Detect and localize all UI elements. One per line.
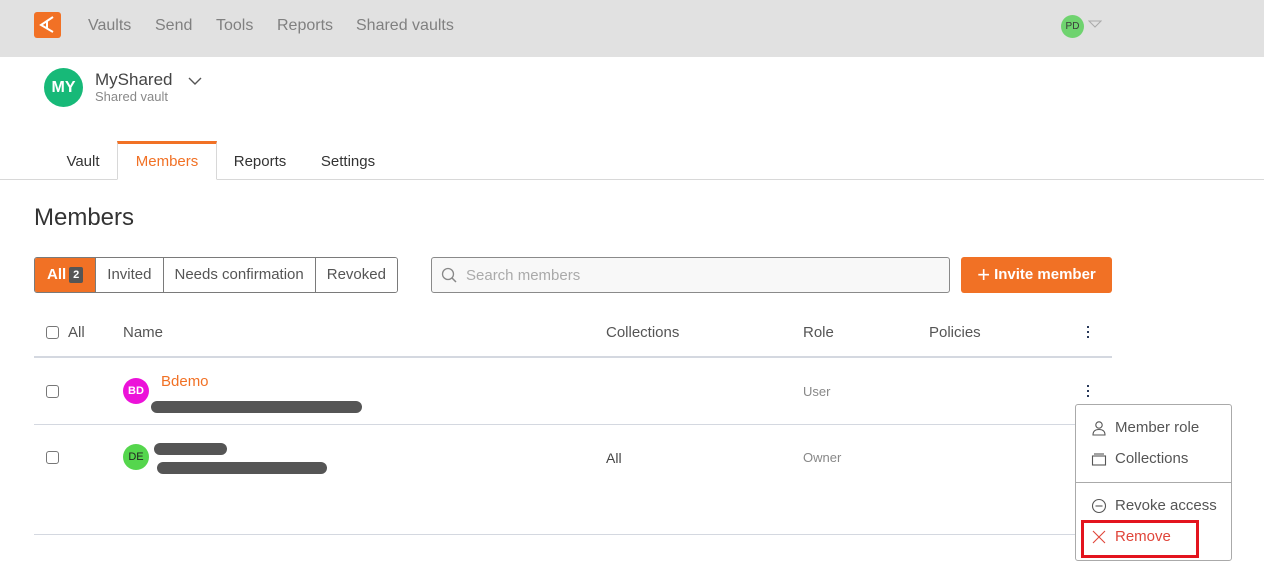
redacted-email <box>157 462 327 474</box>
redacted-email <box>151 401 362 413</box>
menu-item-label: Revoke access <box>1115 497 1217 514</box>
row-checkbox[interactable] <box>46 385 59 398</box>
member-avatar: BD <box>123 378 149 404</box>
row-checkbox[interactable] <box>46 451 59 464</box>
member-role: Owner <box>803 450 842 465</box>
filter-needs-confirmation[interactable]: Needs confirmation <box>163 258 316 292</box>
vault-avatar: MY <box>44 68 83 107</box>
column-header-role[interactable]: Role <box>803 324 834 341</box>
user-avatar[interactable]: PD <box>1061 15 1084 38</box>
redacted-name[interactable] <box>154 443 227 455</box>
tab-members[interactable]: Members <box>117 141 217 180</box>
tab-settings[interactable]: Settings <box>312 141 384 180</box>
chevron-down-icon[interactable] <box>187 76 203 86</box>
menu-item-label: Member role <box>1115 419 1200 436</box>
filter-all[interactable]: All 2 <box>35 258 97 292</box>
menu-item-label: Collections <box>1115 450 1189 467</box>
menu-item-member-role[interactable]: Member role <box>1091 419 1199 436</box>
search-box <box>431 257 950 293</box>
column-header-collections[interactable]: Collections <box>606 324 679 341</box>
menu-item-collections[interactable]: Collections <box>1091 450 1188 467</box>
plus-icon: + <box>977 262 991 287</box>
caret-down-icon[interactable] <box>1088 20 1102 29</box>
tab-reports[interactable]: Reports <box>225 141 295 180</box>
person-icon <box>1092 420 1106 436</box>
page-title: Members <box>34 204 135 231</box>
vault-name[interactable]: MyShared <box>95 70 172 90</box>
invite-member-label: Invite member <box>994 266 1096 283</box>
header-divider <box>34 356 1112 358</box>
annotation-highlight-box <box>1081 520 1199 558</box>
member-avatar: DE <box>123 444 149 470</box>
table-bottom-divider <box>34 534 1112 535</box>
nav-shared-vaults[interactable]: Shared vaults <box>356 17 454 35</box>
top-navbar: Vaults Send Tools Reports Shared vaults … <box>0 0 1264 57</box>
menu-item-revoke-access[interactable]: Revoke access <box>1091 497 1217 514</box>
member-collections: All <box>606 450 622 466</box>
vault-subtitle: Shared vault <box>95 89 168 104</box>
minus-circle-icon <box>1091 498 1107 513</box>
member-filter-group: All 2 Invited Needs confirmation Revoked <box>34 257 398 293</box>
bulk-actions-kebab-icon[interactable] <box>1083 325 1093 341</box>
collection-icon <box>1091 452 1107 466</box>
menu-divider <box>1076 482 1231 483</box>
invite-member-button[interactable]: + Invite member <box>961 257 1112 293</box>
count-badge: 2 <box>69 267 84 283</box>
search-input[interactable] <box>466 258 936 292</box>
column-header-policies[interactable]: Policies <box>929 324 981 341</box>
nav-tools[interactable]: Tools <box>216 17 253 35</box>
column-header-name[interactable]: Name <box>123 324 163 341</box>
row-divider <box>34 424 1112 425</box>
row-actions-kebab-icon[interactable] <box>1083 384 1093 400</box>
select-all-checkbox[interactable] <box>46 326 59 339</box>
filter-all-label: All <box>47 266 67 283</box>
nav-vaults[interactable]: Vaults <box>88 17 131 35</box>
filter-invited[interactable]: Invited <box>96 258 164 292</box>
filter-revoked[interactable]: Revoked <box>315 258 397 292</box>
nav-send[interactable]: Send <box>155 17 192 35</box>
tab-vault[interactable]: Vault <box>56 141 110 180</box>
search-icon <box>441 267 457 283</box>
member-role: User <box>803 384 831 399</box>
select-all-label: All <box>68 324 85 341</box>
nav-reports[interactable]: Reports <box>277 17 333 35</box>
app-logo-icon[interactable] <box>34 12 61 38</box>
member-name[interactable]: Bdemo <box>161 373 209 390</box>
